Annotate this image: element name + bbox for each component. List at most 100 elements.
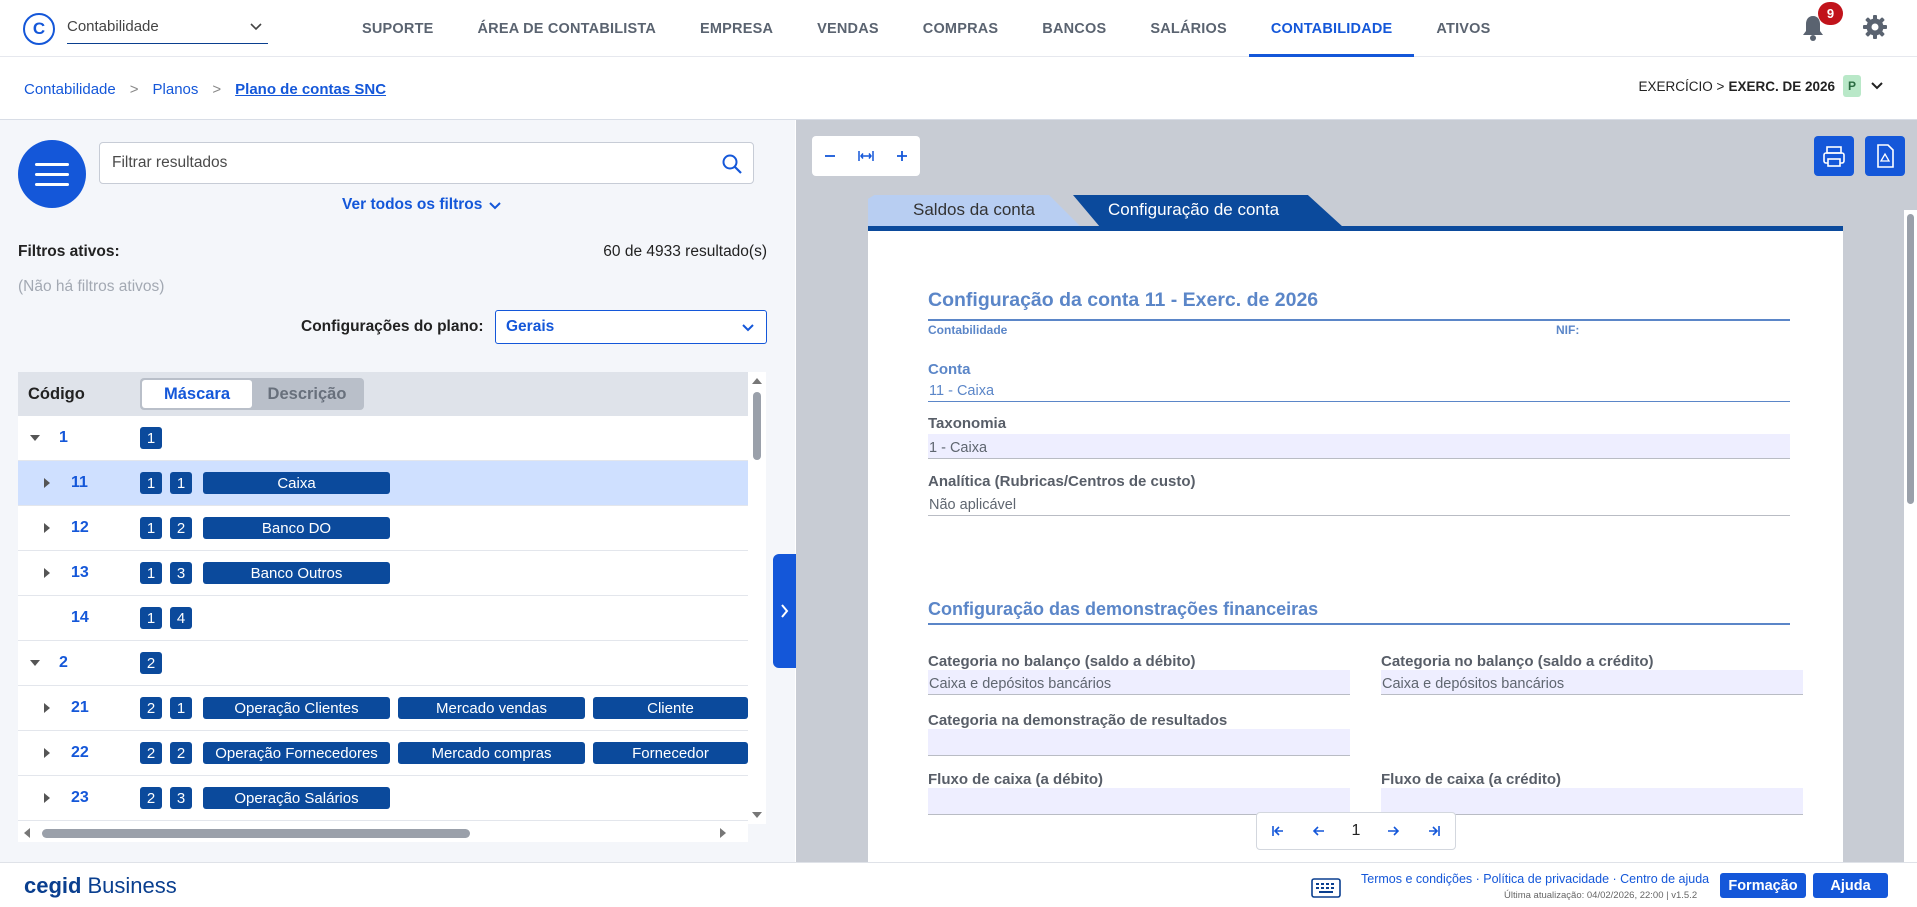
gear-icon[interactable] [1862,14,1888,40]
mask-label-chip: Mercado compras [398,742,585,764]
nav-item-área-de-contabilista[interactable]: ÁREA DE CONTABILISTA [456,0,679,57]
account-code[interactable]: 2 [59,654,68,672]
see-all-filters-label: Ver todos os filtros [342,196,483,213]
report-page: Configuração da conta 11 - Exerc. de 202… [868,231,1843,862]
account-code[interactable]: 14 [71,609,89,627]
account-code[interactable]: 1 [59,429,68,447]
caret-down-icon[interactable] [30,657,40,669]
tree-row[interactable]: 14 1 4 [18,596,748,641]
pdf-export-button[interactable] [1865,136,1905,176]
tree-row[interactable]: 11 1 1 Caixa [18,461,748,506]
exercise-value: EXERC. DE 2026 [1728,78,1835,94]
breadcrumb-separator: > [212,81,222,98]
cegid-logo[interactable]: C [23,13,55,45]
see-all-filters-button[interactable]: Ver todos os filtros [342,196,502,214]
zoom-in-icon[interactable] [894,148,910,164]
first-page-icon[interactable] [1270,823,1286,839]
caret-right-icon[interactable] [42,477,52,489]
scroll-down-icon[interactable] [748,808,766,822]
module-selector[interactable]: Contabilidade [67,14,268,44]
nav-item-salários[interactable]: SALÁRIOS [1128,0,1249,57]
nav-item-vendas[interactable]: VENDAS [795,0,901,57]
chevron-right-icon [781,604,789,618]
nav-item-contabilidade[interactable]: CONTABILIDADE [1248,0,1415,57]
tab-account-balances[interactable]: Saldos da conta [868,195,1081,227]
tree-row[interactable]: 22 [18,641,748,686]
mask-label-chip: Operação Fornecedores [203,742,390,764]
document-viewer: Saldos da conta Configuração de conta Co… [796,120,1917,862]
scrollbar-thumb[interactable] [42,829,470,838]
fit-width-icon[interactable] [857,148,875,164]
caret-right-icon[interactable] [42,702,52,714]
tab-account-configuration[interactable]: Configuração de conta [1073,195,1343,227]
exercise-status-badge: P [1843,75,1861,97]
caret-right-icon[interactable] [42,792,52,804]
zoom-out-icon[interactable] [822,148,838,164]
section-divider [928,623,1790,625]
caret-down-icon[interactable] [30,432,40,444]
account-value: 11 - Caixa [928,377,1790,402]
tree-horizontal-scrollbar[interactable] [18,824,748,842]
nav-item-compras[interactable]: COMPRAS [901,0,1021,57]
caret-right-icon[interactable] [42,747,52,759]
search-input[interactable]: Filtrar resultados [99,142,754,184]
tree-row[interactable]: 12 1 2 Banco DO [18,506,748,551]
print-button[interactable] [1814,136,1854,176]
account-code[interactable]: 22 [71,744,89,762]
tree-row[interactable]: 23 2 3 Operação Salários [18,776,748,821]
account-code[interactable]: 23 [71,789,89,807]
menu-button[interactable] [18,140,86,208]
tree-row[interactable]: 11 [18,416,748,461]
scrollbar-thumb[interactable] [753,392,761,460]
keyboard-icon[interactable] [1311,878,1341,898]
toggle-mask[interactable]: Máscara [142,380,252,408]
scrollbar-thumb[interactable] [1907,214,1914,504]
footer-links[interactable]: Termos e condições · Política de privaci… [1361,872,1709,886]
account-code[interactable]: 21 [71,699,89,717]
mask-label-chip: Banco Outros [203,562,390,584]
document-vertical-scrollbar[interactable] [1904,210,1917,862]
nav-item-ativos[interactable]: ATIVOS [1414,0,1512,57]
caret-right-icon[interactable] [42,567,52,579]
nav-item-suporte[interactable]: SUPORTE [340,0,456,57]
training-button[interactable]: Formação [1720,873,1806,898]
plan-config-value: Gerais [506,318,555,335]
mask-digit-chip: 2 [170,742,192,764]
tree-vertical-scrollbar[interactable] [748,372,766,824]
last-page-icon[interactable] [1426,823,1442,839]
tree-row[interactable]: 22 2 2 Operação Fornecedores Mercado compras… [18,731,748,776]
caret-right-icon[interactable] [42,522,52,534]
scroll-left-icon[interactable] [20,824,34,842]
help-button[interactable]: Ajuda [1813,873,1888,898]
pdf-icon [1877,144,1894,168]
scroll-up-icon[interactable] [748,374,766,388]
plan-config-select[interactable]: Gerais [495,310,767,344]
page-number[interactable]: 1 [1352,822,1361,840]
taxonomy-value: 1 - Caixa [928,434,1790,459]
account-code[interactable]: 11 [71,474,88,492]
income-statement-value [928,729,1350,756]
account-code[interactable]: 13 [71,564,89,582]
breadcrumb-current[interactable]: Plano de contas SNC [235,81,386,98]
account-code[interactable]: 12 [71,519,89,537]
breadcrumb-item-contabilidade[interactable]: Contabilidade [24,81,116,98]
nav-item-bancos[interactable]: BANCOS [1020,0,1128,57]
nav-item-empresa[interactable]: EMPRESA [678,0,795,57]
exercise-selector[interactable]: EXERCÍCIO > EXERC. DE 2026 P [1639,75,1885,97]
search-icon[interactable] [721,153,743,175]
tree-row[interactable]: 21 2 1 Operação Clientes Mercado vendas Clien… [18,686,748,731]
code-column-header: Código [28,385,85,403]
tree-row[interactable]: 13 1 3 Banco Outros [18,551,748,596]
breadcrumb-item-planos[interactable]: Planos [153,81,199,98]
previous-page-icon[interactable] [1311,823,1327,839]
mask-digit-chip: 2 [140,652,162,674]
module-selector-value: Contabilidade [67,18,159,35]
mask-label-chip: Cliente [593,697,748,719]
next-page-icon[interactable] [1385,823,1401,839]
account-label: Conta [928,361,971,378]
toggle-description[interactable]: Descrição [252,380,362,408]
top-navigation: C Contabilidade SUPORTE ÁREA DE CONTABILI… [0,0,1917,57]
scroll-right-icon[interactable] [716,824,730,842]
panel-collapse-button[interactable] [773,554,796,668]
mask-digit-chip: 1 [140,562,162,584]
